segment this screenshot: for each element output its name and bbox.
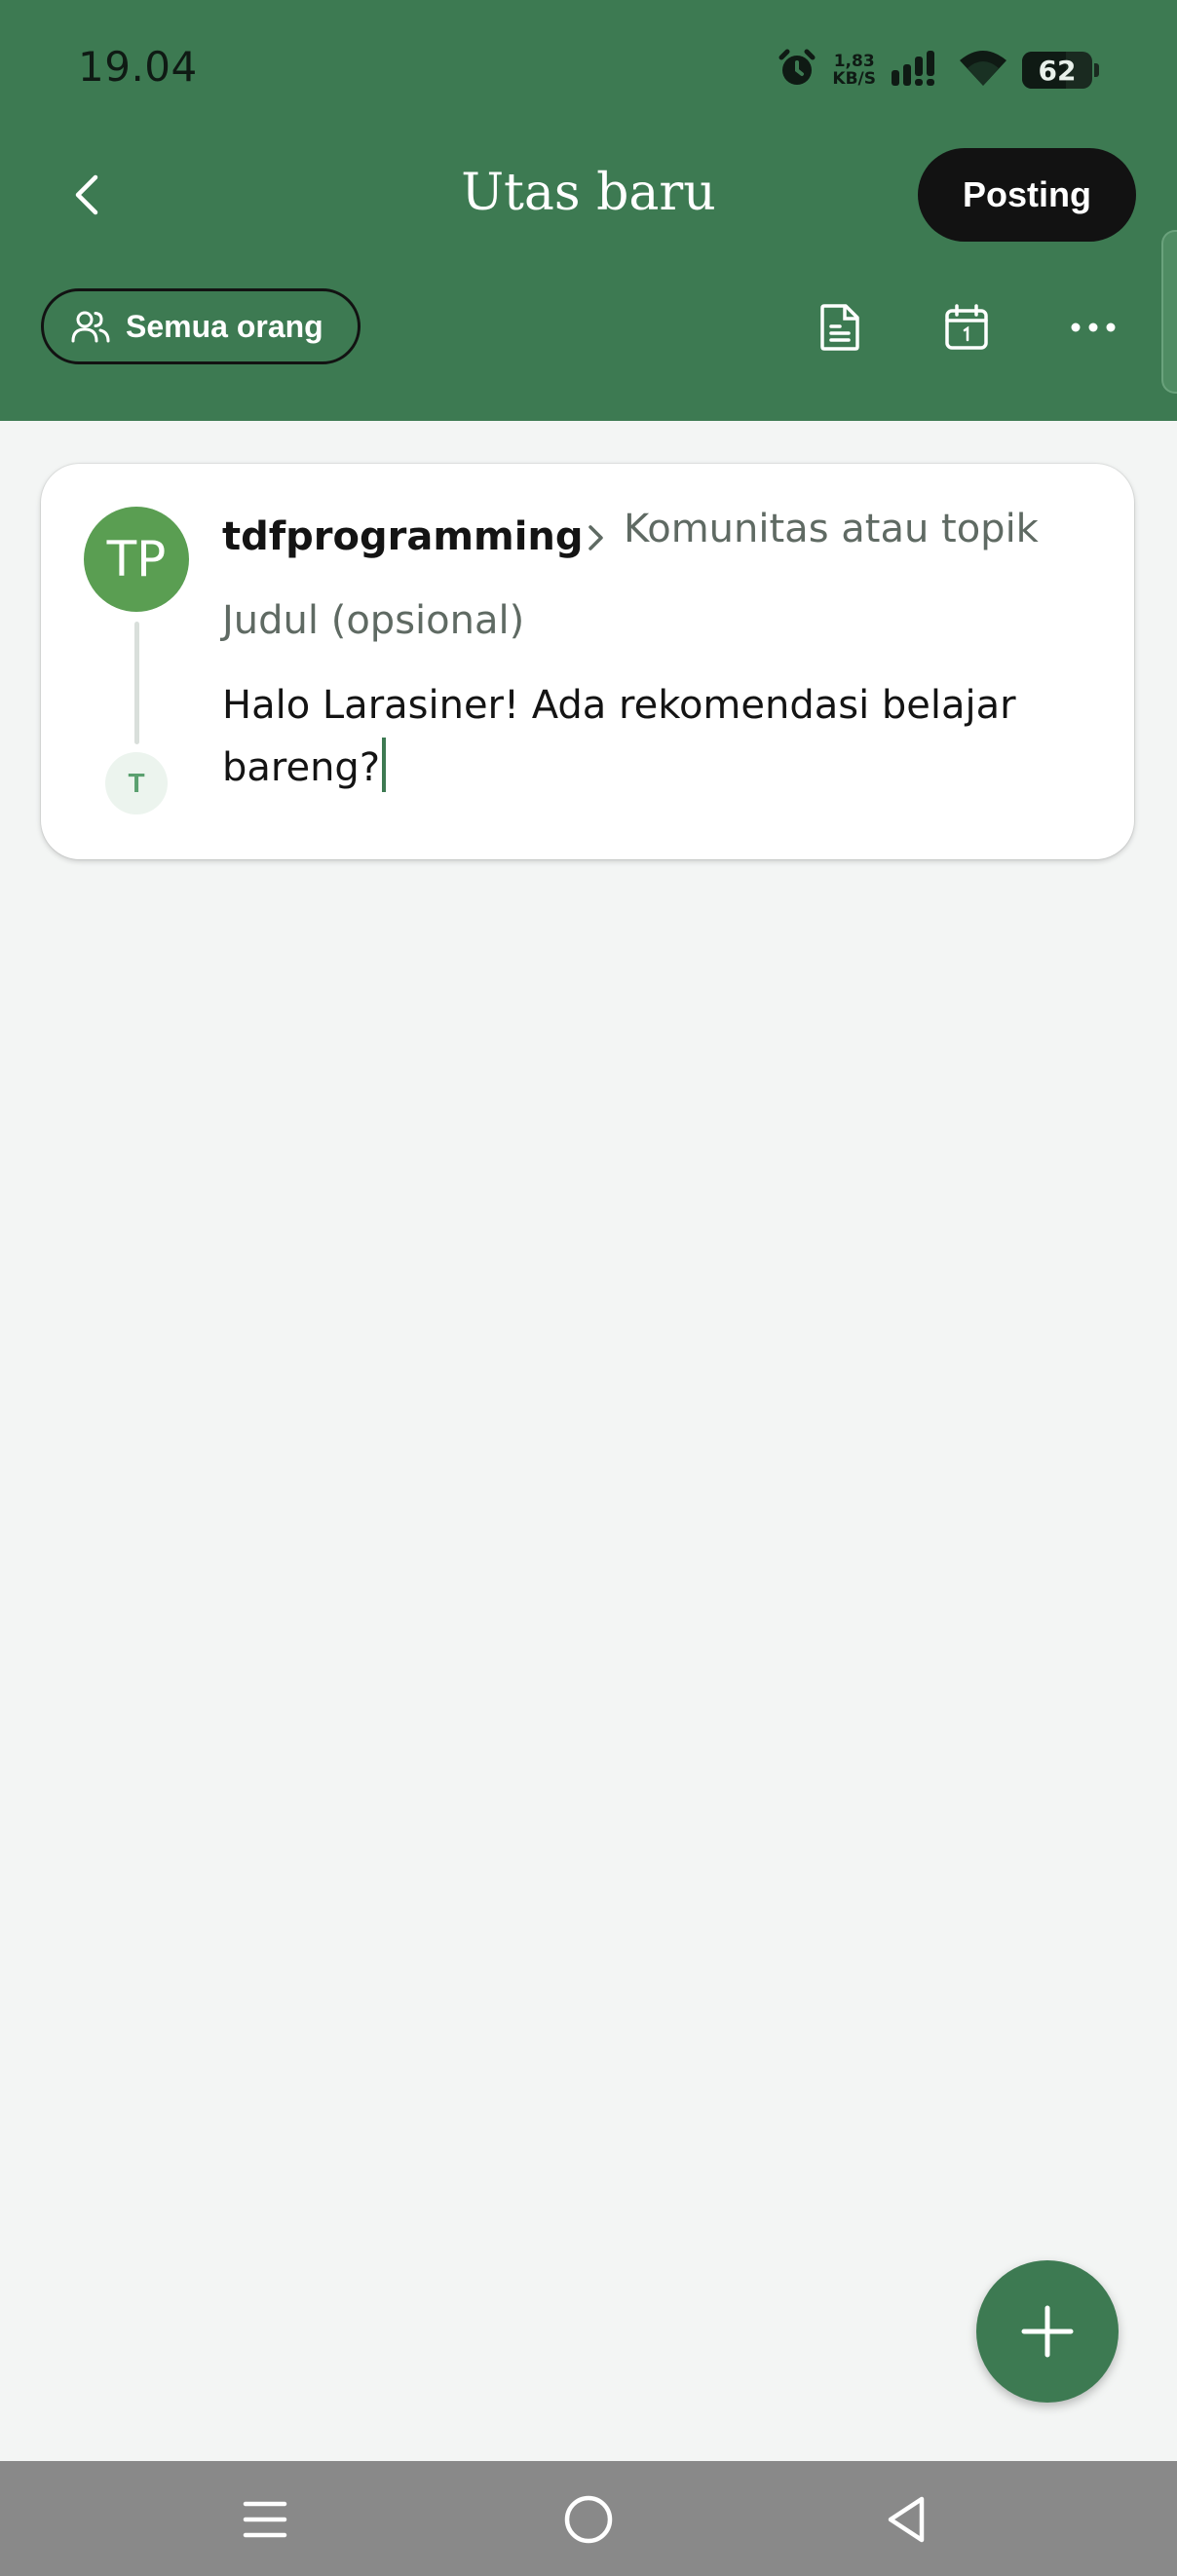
header: 19.04 1,83 KB/S 62 Utas baru Posting Sem… [0,0,1177,421]
signal-icon [890,49,944,93]
people-icon [71,311,110,343]
compose-toolbar: Semua orang [0,283,1177,370]
status-time: 19.04 [78,43,198,91]
app-bar: Utas baru Posting [0,136,1177,253]
more-icon [1071,322,1116,332]
alarm-icon [776,47,818,95]
wifi-icon [958,49,1008,93]
system-nav-bar [0,2461,1177,2576]
audience-selector[interactable]: Semua orang [41,288,361,364]
chevron-right-icon [579,520,614,555]
status-bar: 19.04 1,83 KB/S 62 [0,0,1177,136]
avatar: TP [84,507,189,612]
calendar-icon [945,304,988,350]
back-triangle-icon [888,2496,925,2543]
thread-composer-card: TP T tdfprogramming Komunitas atau topik… [41,464,1134,859]
body-input[interactable]: Halo Larasiner! Ada rekomendasi belajar … [222,674,1080,799]
battery-nub [1094,63,1099,77]
schedule-button[interactable] [935,296,998,359]
battery-icon: 62 [1022,52,1099,89]
add-post-button[interactable] [976,2260,1119,2403]
side-panel-handle[interactable] [1161,230,1177,394]
reply-avatar: T [105,752,168,814]
home-button[interactable] [553,2484,624,2555]
status-icons: 1,83 KB/S 62 [776,41,1099,99]
thread-line [134,622,139,744]
attach-document-button[interactable] [809,296,871,359]
body-text: Halo Larasiner! Ada rekomendasi belajar … [222,683,1016,790]
community-selector[interactable]: Komunitas atau topik [624,507,1039,551]
battery: 62 [1022,52,1092,89]
audience-label: Semua orang [126,308,323,344]
net-speed-value: 1,83 [833,52,875,71]
username: tdfprogramming [222,514,584,559]
system-back-button[interactable] [871,2484,941,2555]
screen: 19.04 1,83 KB/S 62 Utas baru Posting Sem… [0,0,1177,2576]
menu-icon [243,2501,287,2538]
battery-level: 62 [1038,54,1077,87]
plus-icon [1021,2305,1074,2358]
recent-apps-button[interactable] [230,2484,300,2555]
home-icon [564,2495,613,2544]
net-speed-unit: KB/S [832,69,876,89]
document-icon [820,304,859,351]
text-cursor [382,738,387,792]
more-options-button[interactable] [1062,296,1124,359]
net-speed: 1,83 KB/S [832,53,876,88]
title-input[interactable]: Judul (opsional) [222,598,524,643]
post-button[interactable]: Posting [918,148,1136,242]
